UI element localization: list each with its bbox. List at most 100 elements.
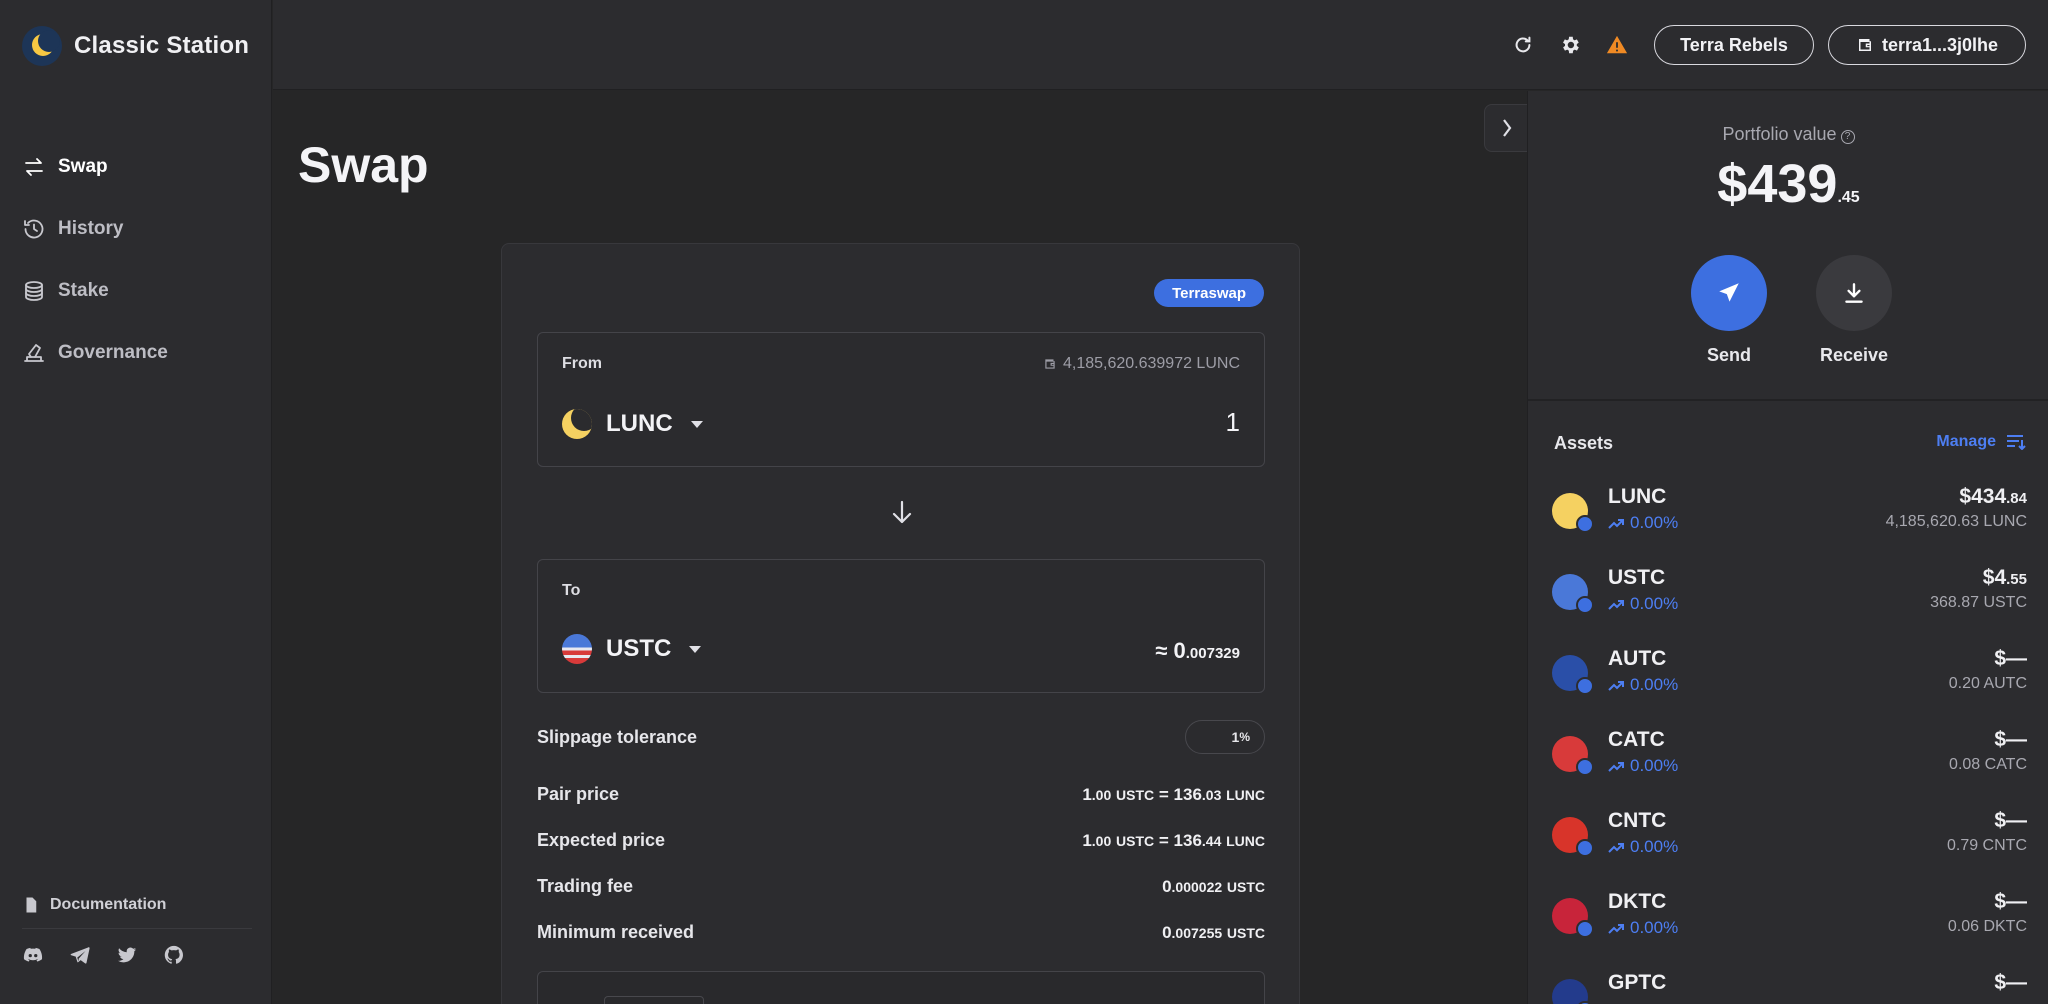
twitter-icon	[117, 947, 137, 963]
to-amount: ≈ 0.007329	[1155, 638, 1240, 664]
github-icon	[164, 945, 183, 964]
asset-name: AUTC	[1608, 647, 1667, 670]
trend-up-icon	[1608, 681, 1624, 691]
send-button[interactable]: Send	[1691, 255, 1767, 366]
manage-label: Manage	[1936, 433, 1996, 450]
document-icon	[26, 897, 37, 913]
telegram-link[interactable]	[69, 943, 116, 967]
chain-badge-icon	[1576, 677, 1594, 695]
asset-balance: 4,185,620.63 LUNC	[1885, 513, 2027, 530]
from-box: From 4,185,620.639972 LUNC LUNC	[537, 332, 1265, 467]
settings-button[interactable]	[1557, 32, 1583, 58]
from-token-label: LUNC	[606, 410, 673, 437]
trend-up-icon	[1608, 762, 1624, 772]
warning-button[interactable]	[1604, 32, 1630, 58]
receive-circle	[1816, 255, 1892, 331]
github-link[interactable]	[163, 943, 210, 967]
stake-icon	[25, 281, 43, 301]
asset-change: 0.00%	[1608, 918, 1678, 938]
pair-price-row: Pair price 1.00 USTC = 136.03 LUNC	[537, 784, 1265, 805]
exp-a-dec: .00	[1091, 832, 1112, 849]
send-label: Send	[1706, 345, 1751, 365]
from-amount-input[interactable]	[1040, 407, 1240, 438]
min-int: 0	[1162, 922, 1172, 942]
sort-list-icon	[2007, 435, 2026, 450]
wallet-icon	[1045, 359, 1055, 369]
swap-direction-button[interactable]	[888, 498, 916, 526]
asset-row-dktc[interactable]: DKTC 0.00% $— 0.06 DKTC	[1528, 882, 2048, 963]
asset-row-cntc[interactable]: CNTC 0.00% $— 0.79 CNTC	[1528, 801, 2048, 882]
asset-row-gptc[interactable]: GPTC $—	[1528, 963, 2048, 1004]
telegram-icon	[70, 947, 90, 964]
pair-b-unit: LUNC	[1226, 786, 1265, 803]
asset-value: $—	[1994, 647, 2027, 671]
asset-balance: 0.20 AUTC	[1948, 675, 2027, 692]
asset-change-value: 0.00%	[1630, 837, 1679, 856]
asset-balance: 368.87 USTC	[1930, 594, 2027, 611]
caret-down-icon	[689, 645, 702, 653]
swap-icon	[25, 158, 43, 176]
to-amount-dec: .007329	[1185, 645, 1240, 662]
trading-fee-row: Trading fee 0.000022 USTC	[537, 876, 1265, 897]
to-token-select[interactable]: USTC	[562, 634, 702, 664]
asset-row-ustc[interactable]: USTC 0.00% $4.55 368.87 USTC	[1528, 558, 2048, 639]
sidebar-item-governance[interactable]: Governance	[22, 322, 252, 384]
moon-logo-icon	[22, 26, 62, 66]
slippage-unit: %	[1239, 730, 1250, 744]
portfolio-label: Portfolio value?	[1528, 124, 2048, 145]
sidebar-item-history[interactable]: History	[22, 198, 252, 260]
asset-name: CNTC	[1608, 809, 1667, 832]
chain-badge-icon	[1576, 758, 1594, 776]
sidebar-item-label: Governance	[58, 342, 168, 363]
asset-value-int: $—	[1994, 971, 2027, 994]
asset-value: $—	[1994, 890, 2027, 914]
twitter-link[interactable]	[116, 943, 163, 967]
asset-change: 0.00%	[1608, 756, 1678, 776]
expected-price-row: Expected price 1.00 USTC = 136.44 LUNC	[537, 830, 1265, 851]
trend-up-icon	[1608, 600, 1624, 610]
asset-change: 0.00%	[1608, 675, 1678, 695]
asset-name: USTC	[1608, 566, 1666, 589]
fee-select[interactable]	[604, 996, 704, 1004]
wallet-button[interactable]: terra1...3j0lhe	[1828, 25, 2026, 65]
dex-badge[interactable]: Terraswap	[1154, 279, 1264, 307]
fee-dec: .000022	[1171, 878, 1223, 895]
receive-button[interactable]: Receive	[1816, 255, 1892, 366]
swap-card: Terraswap From 4,185,620.639972 LUNC LUN…	[501, 243, 1300, 1004]
sidebar-item-swap[interactable]: Swap	[22, 136, 252, 198]
trend-up-icon	[1608, 924, 1624, 934]
collapse-panel-button[interactable]	[1484, 104, 1528, 152]
slippage-row: Slippage tolerance 1%	[537, 720, 1265, 754]
documentation-label: Documentation	[50, 896, 167, 913]
exp-a-int: 1	[1082, 830, 1092, 850]
pair-a-unit: USTC	[1116, 786, 1155, 803]
asset-value-int: $—	[1994, 647, 2027, 670]
pair-price-value: 1.00 USTC = 136.03 LUNC	[1082, 785, 1265, 805]
refresh-icon	[1515, 36, 1531, 53]
send-circle	[1691, 255, 1767, 331]
refresh-button[interactable]	[1510, 32, 1536, 58]
asset-row-lunc[interactable]: LUNC 0.00% $434.84 4,185,620.63 LUNC	[1528, 477, 2048, 558]
pair-b-int: 136	[1173, 784, 1202, 804]
to-token-label: USTC	[606, 635, 672, 662]
asset-value: $4.55	[1983, 566, 2027, 590]
fee-unit: USTC	[1226, 878, 1265, 895]
asset-value-dec: .55	[2006, 571, 2027, 588]
sidebar-item-label: Swap	[58, 156, 108, 177]
slippage-input[interactable]: 1%	[1185, 720, 1265, 754]
sidebar-item-stake[interactable]: Stake	[22, 260, 252, 322]
app-logo[interactable]: Classic Station	[22, 26, 249, 66]
asset-row-catc[interactable]: CATC 0.00% $— 0.08 CATC	[1528, 720, 2048, 801]
help-icon[interactable]: ?	[1840, 130, 1855, 144]
portfolio-value-dec: .45	[1837, 189, 1860, 206]
asset-row-autc[interactable]: AUTC 0.00% $— 0.20 AUTC	[1528, 639, 2048, 720]
to-box: To USTC ≈ 0.007329	[537, 559, 1265, 693]
discord-link[interactable]	[22, 943, 69, 967]
asset-name: GPTC	[1608, 971, 1667, 994]
asset-change: 0.00%	[1608, 837, 1678, 857]
network-button[interactable]: Terra Rebels	[1654, 25, 1814, 65]
documentation-link[interactable]: Documentation	[22, 896, 252, 929]
manage-assets-button[interactable]: Manage	[1936, 433, 2026, 451]
from-token-select[interactable]: LUNC	[562, 409, 703, 439]
from-balance[interactable]: 4,185,620.639972 LUNC	[1043, 355, 1240, 373]
